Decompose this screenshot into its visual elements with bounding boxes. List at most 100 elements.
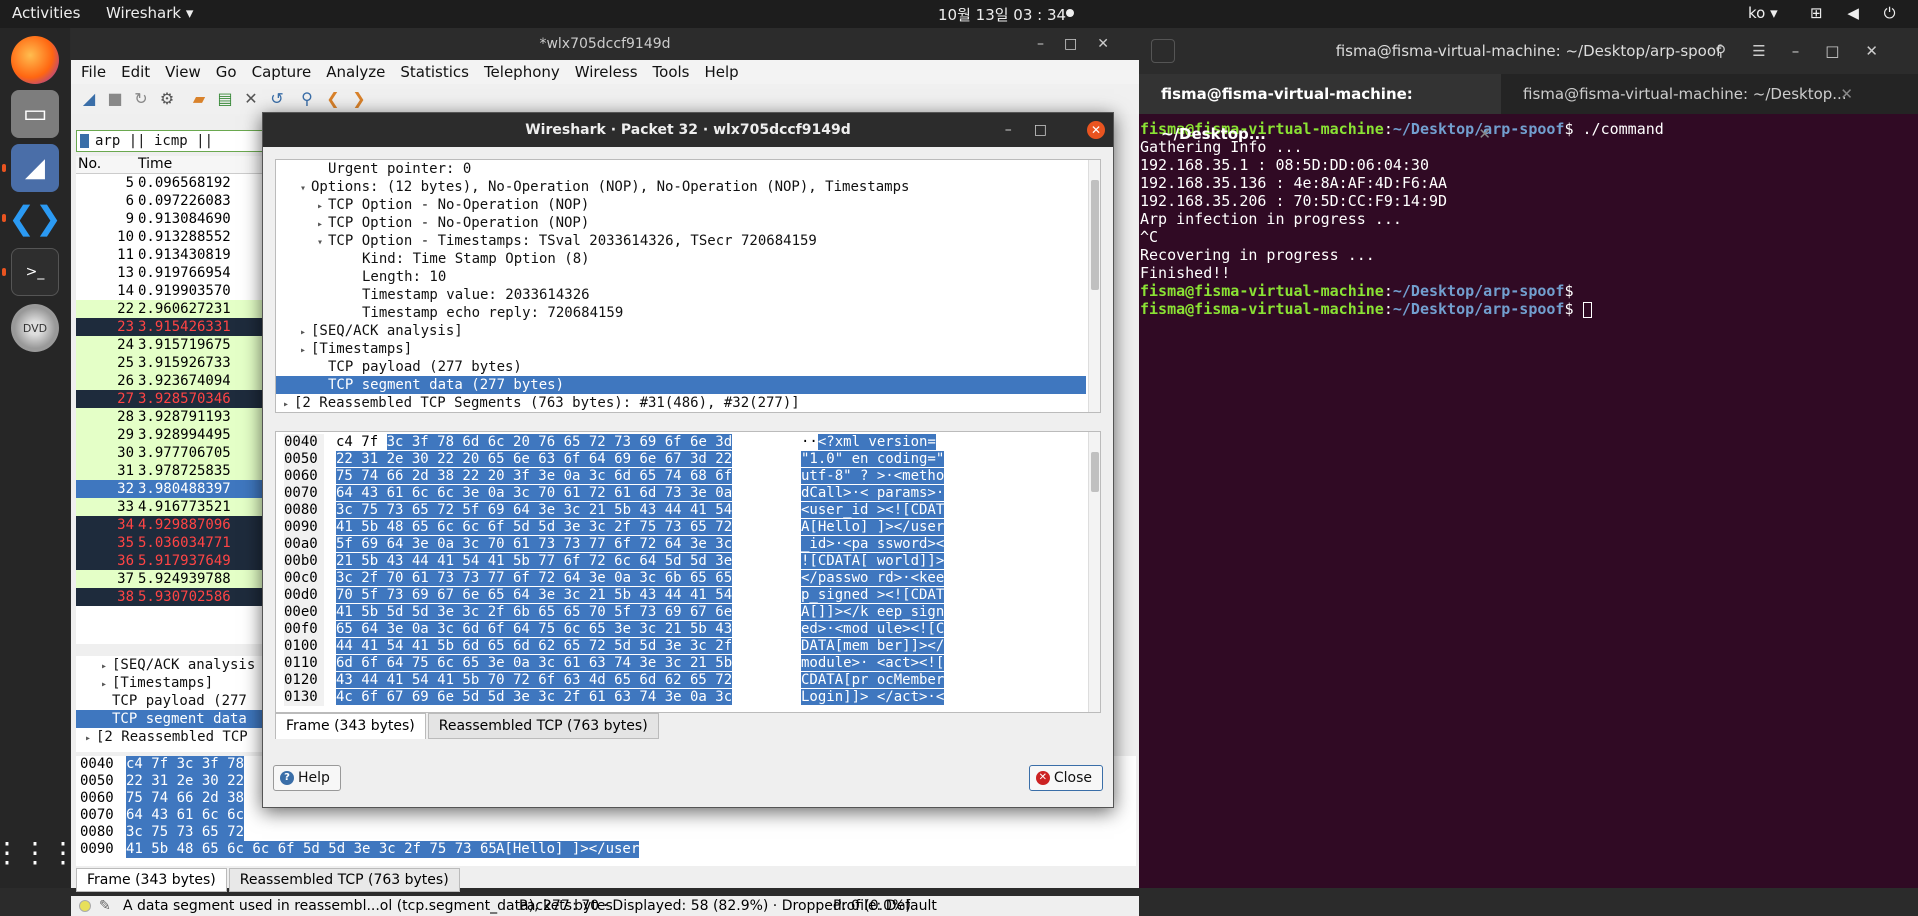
packet-row[interactable]: 10 0.913288552 xyxy=(76,228,276,246)
packet-row[interactable]: 11 0.913430819 xyxy=(76,246,276,264)
vscode-icon[interactable]: ❮❯ xyxy=(8,194,62,242)
bytes-tab[interactable]: Frame (343 bytes) xyxy=(76,868,227,892)
terminal-tab-2[interactable]: fisma@fisma-virtual-machine: ~/Desktop..… xyxy=(1501,74,1863,114)
menu-analyze[interactable]: Analyze xyxy=(326,63,385,81)
hex-bytes[interactable]: 3c 75 73 65 72 5f 69 64 3e 3c 21 5b 43 4… xyxy=(336,502,733,519)
expand-toggle-icon[interactable]: ▸ xyxy=(278,396,294,412)
dialog-window-controls[interactable]: –□ xyxy=(1005,113,1069,147)
close-icon[interactable]: ✕ xyxy=(1087,121,1105,139)
back-icon[interactable]: ❮ xyxy=(323,89,343,109)
tree-row[interactable]: Timestamp echo reply: 720684159 xyxy=(276,304,1086,322)
hex-ascii[interactable]: CDATA[pr ocMember xyxy=(801,672,945,689)
hex-ascii[interactable]: _id>·<pa ssword>< xyxy=(801,536,945,553)
hex-ascii[interactable]: "1.0" en coding=" xyxy=(801,451,945,468)
tree-row[interactable]: Urgent pointer: 0 xyxy=(276,160,1086,178)
tree-row[interactable]: Timestamp value: 2033614326 xyxy=(276,286,1086,304)
packet-row[interactable]: 24 3.915719675 xyxy=(76,336,276,354)
hex-bytes[interactable]: 3c 2f 70 61 73 73 77 6f 72 64 3e 0a 3c 6… xyxy=(336,570,733,587)
detail-row[interactable]: ▸ [SEQ/ACK analysis xyxy=(76,656,276,674)
search-icon[interactable]: ⚲ xyxy=(297,89,317,109)
packet-row[interactable]: 31 3.978725835 xyxy=(76,462,276,480)
shark-fin-icon[interactable]: ◢ xyxy=(79,89,99,109)
folder-icon[interactable]: ▰ xyxy=(189,89,209,109)
hex-bytes[interactable]: c4 7f 3c 3f 78 xyxy=(126,756,245,773)
reload-icon[interactable]: ↺ xyxy=(267,89,287,109)
clock[interactable]: 10월 13일 03 : 34 xyxy=(938,4,1066,25)
tree-row[interactable]: ▾ TCP Option - Timestamps: TSval 20336143… xyxy=(276,232,1086,250)
hex-ascii[interactable]: p_signed ><![CDAT xyxy=(801,587,945,604)
terminal-tab-1[interactable]: fisma@fisma-virtual-machine: ~/Desktop..… xyxy=(1139,74,1501,143)
gear-icon[interactable]: ⚙ xyxy=(157,89,177,109)
restart-icon[interactable]: ↻ xyxy=(131,89,151,109)
hex-bytes[interactable]: 41 5b 48 65 6c 6c 6f 5d 5d 3e 3c 2f 75 7… xyxy=(336,519,733,536)
close-tab-icon[interactable]: ✕ xyxy=(1478,114,1491,154)
status-profile[interactable]: Profile: Default xyxy=(833,896,937,916)
hex-bytes[interactable]: 41 5b 48 65 6c 6c 6f 5d 5d 3e 3c 2f 75 7… xyxy=(126,841,523,858)
edit-icon[interactable]: ✎ xyxy=(99,896,111,916)
terminal-icon[interactable]: >_ xyxy=(11,248,59,296)
tree-row[interactable]: ▸ TCP Option - No-Operation (NOP) xyxy=(276,196,1086,214)
tree-row[interactable]: TCP payload (277 bytes) xyxy=(276,358,1086,376)
hex-bytes[interactable]: 3c 75 73 65 72 xyxy=(126,824,245,841)
tree-row[interactable]: ▸ TCP Option - No-Operation (NOP) xyxy=(276,214,1086,232)
packet-row[interactable]: 23 3.915426331 xyxy=(76,318,276,336)
packet-row[interactable]: 37 5.924939788 xyxy=(76,570,276,588)
tree-row[interactable]: ▸ [2 Reassembled TCP Segments (763 bytes)… xyxy=(276,394,1086,412)
window-controls[interactable]: –□✕ xyxy=(1037,28,1129,60)
packet-row[interactable]: 30 3.977706705 xyxy=(76,444,276,462)
tree-row[interactable]: Kind: Time Stamp Option (8) xyxy=(276,250,1086,268)
detail-row[interactable]: TCP segment data xyxy=(76,710,276,728)
tree-row[interactable]: ▸ [Timestamps] xyxy=(276,340,1086,358)
expert-info-icon[interactable] xyxy=(79,900,91,912)
hex-bytes[interactable]: 6d 6f 64 75 6c 65 3e 0a 3c 61 63 74 3e 3… xyxy=(336,655,733,672)
packet-row[interactable]: 6 0.097226083 xyxy=(76,192,276,210)
hex-bytes[interactable]: 44 41 54 41 5b 6d 65 6d 62 65 72 5d 5d 3… xyxy=(336,638,733,655)
detail-row[interactable]: TCP payload (277 xyxy=(76,692,276,710)
hex-bytes[interactable]: 41 5b 5d 5d 3e 3c 2f 6b 65 65 70 5f 73 6… xyxy=(336,604,733,621)
close-tab-icon[interactable]: ✕ xyxy=(1840,74,1853,114)
menu-help[interactable]: Help xyxy=(704,63,738,81)
hex-scrollbar[interactable] xyxy=(1088,432,1100,712)
firefox-icon[interactable] xyxy=(11,36,59,84)
tree-row[interactable]: Length: 10 xyxy=(276,268,1086,286)
packet-row[interactable]: 35 5.036034771 xyxy=(76,534,276,552)
hex-ascii[interactable]: dCall>·< params>· xyxy=(801,485,945,502)
menu-go[interactable]: Go xyxy=(216,63,237,81)
hex-bytes[interactable]: 70 5f 73 69 67 6e 65 64 3e 3c 21 5b 43 4… xyxy=(336,587,733,604)
hex-ascii[interactable]: ed>·<mod ule><![C xyxy=(801,621,945,638)
wireshark-icon[interactable]: ◢ xyxy=(11,144,59,192)
packet-row[interactable]: 14 0.919903570 xyxy=(76,282,276,300)
menu-wireless[interactable]: Wireless xyxy=(575,63,638,81)
close-button[interactable]: ✕ Close xyxy=(1028,765,1103,791)
hex-ascii[interactable]: ··<?xml version= xyxy=(801,434,936,451)
dvd-icon[interactable]: DVD xyxy=(11,304,59,352)
detail-row[interactable]: ▸ [Timestamps] xyxy=(76,674,276,692)
dialog-tab[interactable]: Frame (343 bytes) xyxy=(275,713,426,739)
packet-row[interactable]: 33 4.916773521 xyxy=(76,498,276,516)
menu-capture[interactable]: Capture xyxy=(252,63,312,81)
menu-telephony[interactable]: Telephony xyxy=(484,63,560,81)
new-tab-icon[interactable] xyxy=(1151,39,1175,63)
packet-row[interactable]: 22 2.960627231 xyxy=(76,300,276,318)
menu-view[interactable]: View xyxy=(165,63,201,81)
files-icon[interactable]: ▭ xyxy=(11,90,59,138)
hex-bytes[interactable]: 65 64 3e 0a 3c 6d 6f 64 75 6c 65 3e 3c 2… xyxy=(336,621,733,638)
packet-row[interactable]: 5 0.096568192 xyxy=(76,174,276,192)
show-apps-icon[interactable]: ⋮⋮⋮ xyxy=(0,828,77,876)
scroll-thumb[interactable] xyxy=(1091,452,1099,492)
input-language[interactable]: ko ▾ xyxy=(1748,4,1778,22)
display-filter-input[interactable]: arp || icmp || tcp.port == xyxy=(76,130,276,152)
col-no[interactable]: No. xyxy=(78,156,101,172)
menu-statistics[interactable]: Statistics xyxy=(400,63,469,81)
packet-row[interactable]: 13 0.919766954 xyxy=(76,264,276,282)
menu-file[interactable]: File xyxy=(81,63,106,81)
hex-ascii[interactable]: module>· <act><![ xyxy=(801,655,945,672)
app-menu[interactable]: Wireshark ▾ xyxy=(106,4,193,22)
terminal-window-controls[interactable]: ⚲☰–□✕ xyxy=(1715,28,1904,74)
hex-ascii[interactable]: Login]]> </act>·< xyxy=(801,689,945,706)
hex-bytes[interactable]: 64 43 61 6c 6c 3e 0a 3c 70 61 72 61 6d 7… xyxy=(336,485,733,502)
tree-scrollbar[interactable] xyxy=(1088,160,1100,412)
hex-ascii[interactable]: ![CDATA[ world]]> xyxy=(801,553,945,570)
dialog-tab[interactable]: Reassembled TCP (763 bytes) xyxy=(427,713,659,739)
tree-row[interactable]: ▾ Options: (12 bytes), No-Operation (NOP)… xyxy=(276,178,1086,196)
